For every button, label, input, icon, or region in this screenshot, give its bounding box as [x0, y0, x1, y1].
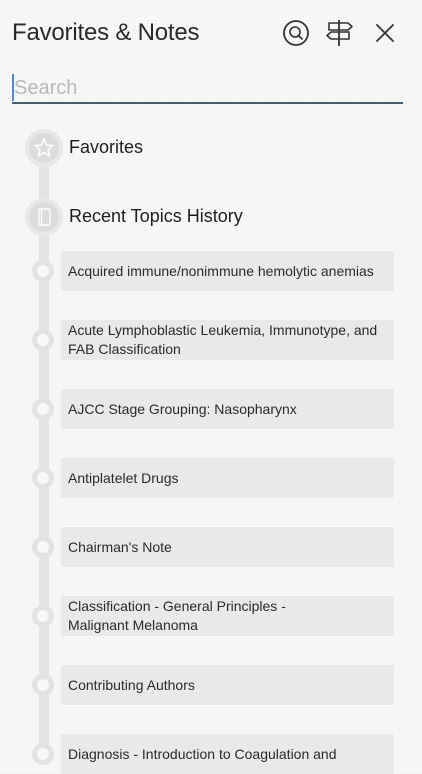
timeline-line	[39, 145, 49, 765]
topic-item[interactable]: Contributing Authors	[61, 665, 394, 705]
topic-label: Diagnosis - Introduction to Coagulation …	[68, 745, 337, 762]
close-button[interactable]	[370, 18, 400, 48]
search-button[interactable]	[281, 18, 311, 48]
favorites-section[interactable]: Favorites	[25, 129, 385, 169]
topic-item[interactable]: Acquired immune/nonimmune hemolytic anem…	[61, 251, 394, 291]
topic-item[interactable]: AJCC Stage Grouping: Nasopharynx	[61, 389, 394, 429]
topic-label: Contributing Authors	[68, 676, 195, 693]
recent-topics-section[interactable]: Recent Topics History	[25, 198, 385, 238]
timeline-node	[32, 674, 54, 696]
header-bar: Favorites & Notes	[0, 0, 422, 66]
text-cursor	[12, 74, 14, 101]
timeline-node	[32, 467, 54, 489]
timeline-node	[32, 329, 54, 351]
search-input[interactable]	[12, 74, 403, 104]
topic-label: Antiplatelet Drugs	[68, 469, 179, 486]
topic-item[interactable]: Chairman's Note	[61, 527, 394, 567]
topic-label: Acquired immune/nonimmune hemolytic anem…	[68, 262, 374, 279]
search-icon	[283, 20, 309, 46]
favorites-label: Favorites	[69, 137, 144, 157]
search-field-container	[12, 74, 403, 104]
navigation-button[interactable]	[325, 18, 355, 48]
topic-label: Chairman's Note	[68, 538, 172, 555]
recent-topics-badge	[25, 198, 63, 236]
close-icon	[376, 24, 394, 42]
timeline-node	[32, 260, 54, 282]
topic-item[interactable]: Classification - General Principles - Ma…	[61, 596, 394, 636]
book-icon	[38, 208, 51, 226]
star-icon	[34, 138, 54, 157]
timeline-node	[32, 536, 54, 558]
favorites-badge	[25, 129, 63, 167]
topic-label: Acute Lymphoblastic Leukemia, Immunotype…	[68, 322, 378, 357]
topic-label: AJCC Stage Grouping: Nasopharynx	[68, 400, 297, 417]
timeline-node	[32, 743, 54, 765]
page-title: Favorites & Notes	[12, 19, 200, 46]
recent-topics-label: Recent Topics History	[69, 206, 243, 226]
topic-label: Classification - General Principles - Ma…	[68, 598, 286, 633]
timeline-node	[32, 605, 54, 627]
signpost-icon	[326, 20, 353, 46]
topic-item[interactable]: Acute Lymphoblastic Leukemia, Immunotype…	[61, 320, 394, 360]
timeline-node	[32, 398, 54, 420]
topic-item[interactable]: Diagnosis - Introduction to Coagulation …	[61, 734, 394, 774]
topic-item[interactable]: Antiplatelet Drugs	[61, 458, 394, 498]
